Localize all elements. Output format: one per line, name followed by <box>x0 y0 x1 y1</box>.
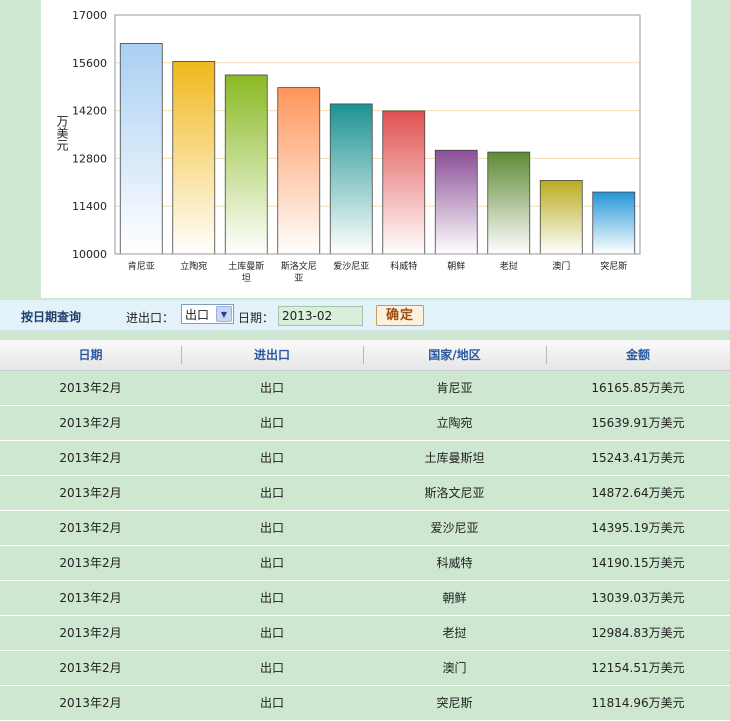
bar[interactable] <box>172 61 216 255</box>
x-tick-label: 立陶宛 <box>180 260 207 272</box>
header-amount[interactable]: 金额 <box>546 340 730 371</box>
y-axis-label: 万美元 <box>55 115 69 152</box>
direction-cell: 出口 <box>181 510 363 546</box>
direction-label: 进出口： <box>126 311 175 325</box>
date-cell: 2013年2月 <box>0 405 181 441</box>
table-row[interactable]: 2013年2月 出口 土库曼斯坦 15243.41万美元 <box>0 440 730 476</box>
x-tick-label: 肯尼亚 <box>128 260 155 272</box>
date-cell: 2013年2月 <box>0 440 181 476</box>
bar[interactable] <box>277 87 321 255</box>
direction-cell: 出口 <box>181 685 363 721</box>
table-header-row: 日期 进出口 国家/地区 金额 <box>0 340 730 371</box>
bar[interactable] <box>119 43 163 255</box>
date-cell: 2013年2月 <box>0 545 181 581</box>
country-cell: 立陶宛 <box>363 405 546 441</box>
header-country[interactable]: 国家/地区 <box>363 340 546 371</box>
x-tick-label: 亚 <box>294 273 303 284</box>
amount-cell: 12984.83万美元 <box>546 615 730 651</box>
x-tick-label: 爱沙尼亚 <box>333 261 369 272</box>
direction-cell: 出口 <box>181 370 363 406</box>
country-cell: 爱沙尼亚 <box>363 510 546 546</box>
y-tick-label: 17000 <box>72 9 107 22</box>
direction-cell: 出口 <box>181 475 363 511</box>
country-cell: 澳门 <box>363 650 546 686</box>
chevron-down-icon[interactable]: ▼ <box>216 306 232 322</box>
country-cell: 斯洛文尼亚 <box>363 475 546 511</box>
amount-cell: 13039.03万美元 <box>546 580 730 616</box>
bar[interactable] <box>329 103 373 255</box>
query-title: 按日期查询 <box>21 310 82 324</box>
direction-select[interactable]: 出口 ▼ <box>181 304 234 324</box>
direction-cell: 出口 <box>181 650 363 686</box>
export-bar-chart: 10000 11400 12800 14200 15600 17000 肯尼亚 立陶宛 土库曼… <box>55 9 641 284</box>
date-cell: 2013年2月 <box>0 510 181 546</box>
amount-cell: 15639.91万美元 <box>546 405 730 441</box>
direction-cell: 出口 <box>181 580 363 616</box>
date-cell: 2013年2月 <box>0 580 181 616</box>
chart-panel: 10000 11400 12800 14200 15600 17000 肯尼亚 立陶宛 土库曼… <box>41 0 691 298</box>
table-row[interactable]: 2013年2月 出口 斯洛文尼亚 14872.64万美元 <box>0 475 730 511</box>
country-cell: 老挝 <box>363 615 546 651</box>
y-tick-label: 10000 <box>72 248 107 261</box>
x-tick-label: 土库曼斯 <box>228 260 264 272</box>
date-label: 日期： <box>238 311 275 325</box>
table-row[interactable]: 2013年2月 出口 科威特 14190.15万美元 <box>0 545 730 581</box>
date-cell: 2013年2月 <box>0 370 181 406</box>
table-row[interactable]: 2013年2月 出口 老挝 12984.83万美元 <box>0 615 730 651</box>
query-bar: 按日期查询 进出口： 出口 ▼ 日期： 2013-02 确定 <box>0 299 730 331</box>
x-tick-label: 老挝 <box>500 260 518 272</box>
header-direction[interactable]: 进出口 <box>181 340 363 371</box>
direction-cell: 出口 <box>181 615 363 651</box>
amount-cell: 16165.85万美元 <box>546 370 730 406</box>
table-row[interactable]: 2013年2月 出口 爱沙尼亚 14395.19万美元 <box>0 510 730 546</box>
y-tick-label: 14200 <box>72 105 107 118</box>
date-cell: 2013年2月 <box>0 650 181 686</box>
table-row[interactable]: 2013年2月 出口 肯尼亚 16165.85万美元 <box>0 370 730 406</box>
amount-cell: 14395.19万美元 <box>546 510 730 546</box>
direction-select-value: 出口 <box>185 308 210 322</box>
country-cell: 突尼斯 <box>363 685 546 721</box>
bar[interactable] <box>592 191 636 255</box>
date-cell: 2013年2月 <box>0 615 181 651</box>
country-cell: 肯尼亚 <box>363 370 546 406</box>
table-row[interactable]: 2013年2月 出口 澳门 12154.51万美元 <box>0 650 730 686</box>
x-tick-label: 澳门 <box>552 260 570 272</box>
direction-cell: 出口 <box>181 440 363 476</box>
amount-cell: 14190.15万美元 <box>546 545 730 581</box>
table-row[interactable]: 2013年2月 出口 突尼斯 11814.96万美元 <box>0 685 730 721</box>
amount-cell: 14872.64万美元 <box>546 475 730 511</box>
x-tick-label: 坦 <box>242 273 251 284</box>
confirm-button[interactable]: 确定 <box>376 305 424 326</box>
amount-cell: 11814.96万美元 <box>546 685 730 721</box>
x-tick-label: 科威特 <box>390 260 417 272</box>
table-row[interactable]: 2013年2月 出口 立陶宛 15639.91万美元 <box>0 405 730 441</box>
amount-cell: 15243.41万美元 <box>546 440 730 476</box>
x-tick-label: 朝鲜 <box>447 260 465 272</box>
direction-cell: 出口 <box>181 545 363 581</box>
y-tick-label: 15600 <box>72 57 107 70</box>
date-cell: 2013年2月 <box>0 685 181 721</box>
data-table: 日期 进出口 国家/地区 金额 2013年2月 出口 肯尼亚 16165.85万美元 2… <box>0 340 730 721</box>
amount-cell: 12154.51万美元 <box>546 650 730 686</box>
bar[interactable] <box>539 180 583 255</box>
x-tick-label: 突尼斯 <box>600 260 627 272</box>
table-row[interactable]: 2013年2月 出口 朝鲜 13039.03万美元 <box>0 580 730 616</box>
y-tick-label: 12800 <box>72 152 107 165</box>
bar[interactable] <box>382 110 426 255</box>
bar[interactable] <box>224 74 268 255</box>
country-cell: 朝鲜 <box>363 580 546 616</box>
bar[interactable] <box>487 151 531 255</box>
y-tick-label: 11400 <box>72 200 107 213</box>
bar[interactable] <box>434 149 478 255</box>
date-cell: 2013年2月 <box>0 475 181 511</box>
direction-cell: 出口 <box>181 405 363 441</box>
x-tick-label: 斯洛文尼 <box>281 260 317 272</box>
country-cell: 土库曼斯坦 <box>363 440 546 476</box>
date-input[interactable]: 2013-02 <box>278 306 363 326</box>
country-cell: 科威特 <box>363 545 546 581</box>
header-date[interactable]: 日期 <box>0 340 181 371</box>
